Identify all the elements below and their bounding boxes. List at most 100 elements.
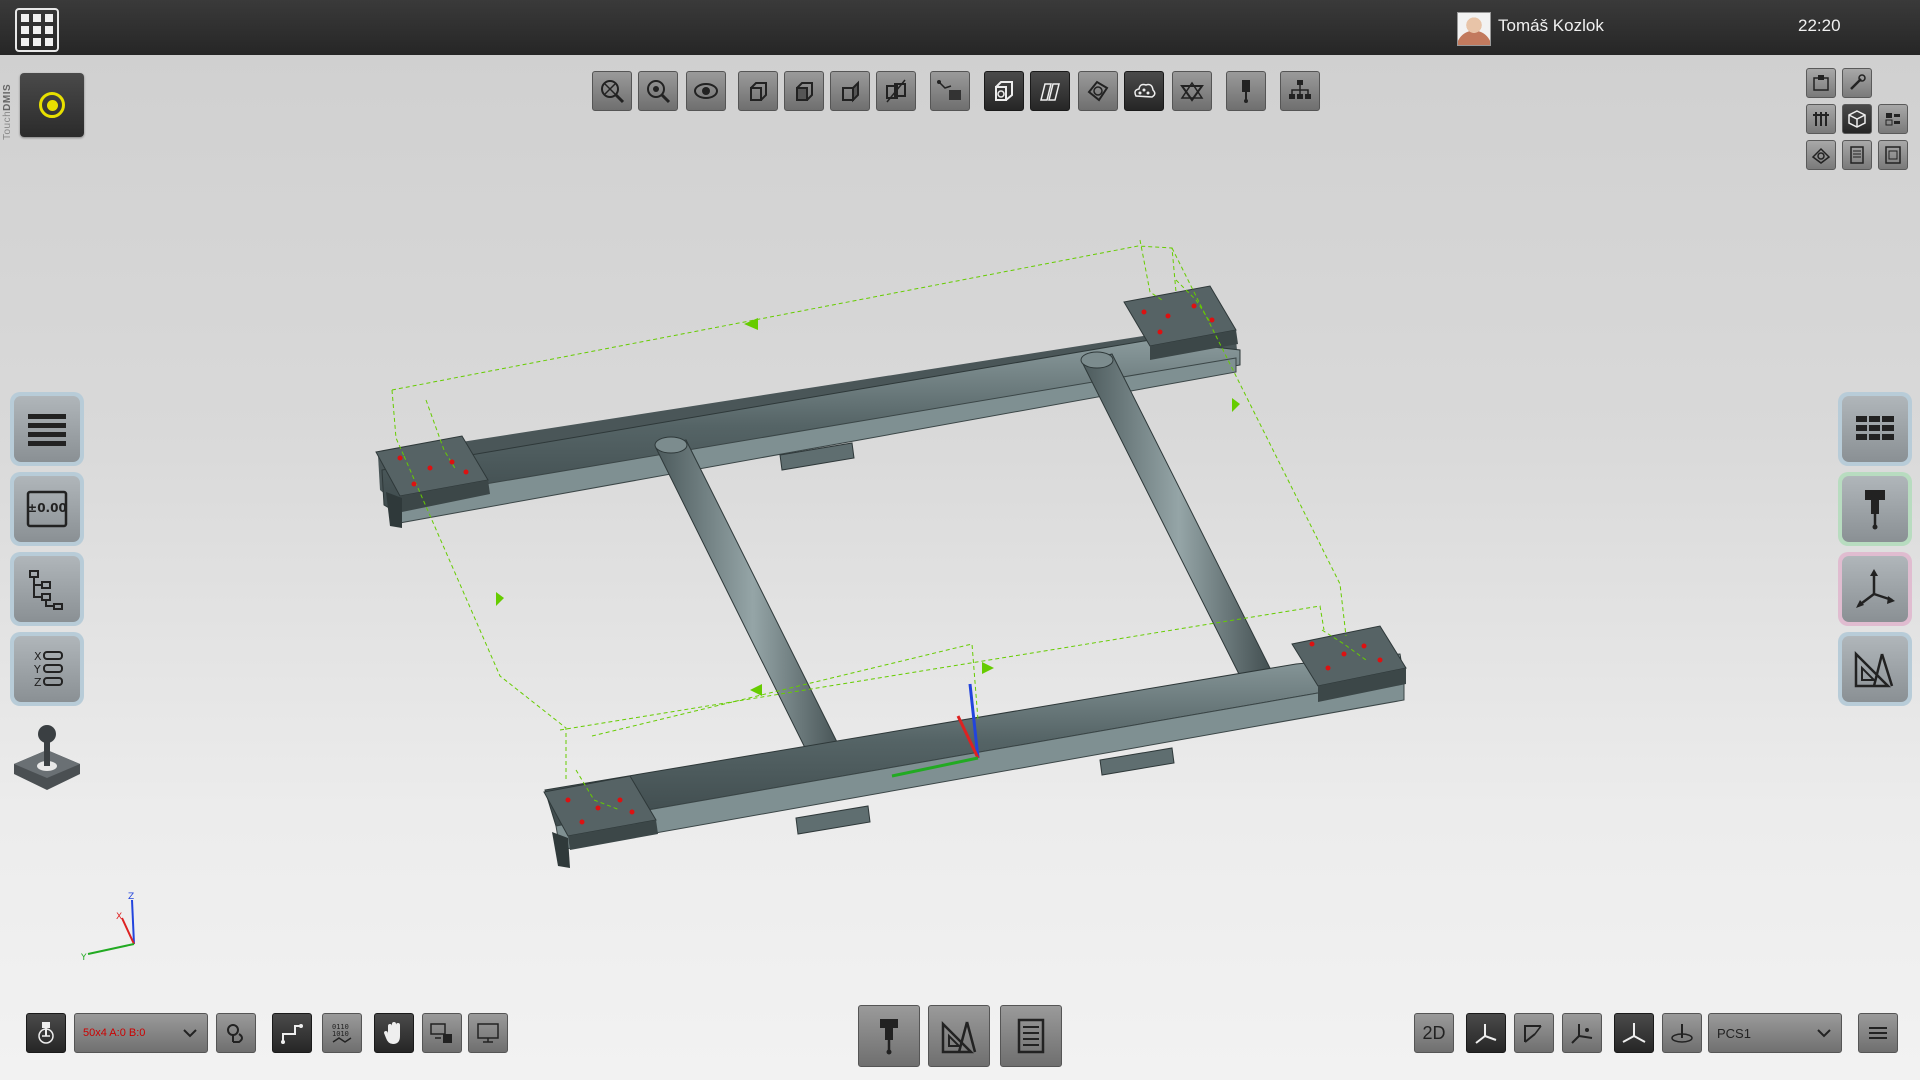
list-icon xyxy=(1850,146,1864,164)
solid-view-button[interactable] xyxy=(984,71,1024,111)
plane-view-button[interactable] xyxy=(1514,1013,1554,1053)
probe-icon xyxy=(1242,80,1250,103)
wireframe-view-button[interactable] xyxy=(1030,71,1070,111)
view-front-icon xyxy=(796,82,813,101)
part-model[interactable] xyxy=(375,285,1407,868)
layout-button[interactable] xyxy=(1878,104,1908,134)
coord-system-dropdown[interactable]: PCS1 xyxy=(1708,1013,1842,1053)
probe-tool-button[interactable] xyxy=(1838,472,1912,546)
view-section-icon xyxy=(886,79,906,103)
hierarchy-button[interactable] xyxy=(10,552,84,626)
probe-select-dropdown[interactable]: 50x4 A:0 B:0 xyxy=(74,1013,208,1053)
zoom-window-icon xyxy=(647,80,671,104)
wireframe-view-icon xyxy=(1040,83,1060,101)
transparent-view-button[interactable] xyxy=(1078,71,1118,111)
alignment-view-icon xyxy=(1571,1024,1593,1044)
cad-viewport[interactable] xyxy=(0,55,1920,1015)
view-eye-button[interactable] xyxy=(686,71,726,111)
zoom-window-button[interactable] xyxy=(638,71,678,111)
table-button[interactable] xyxy=(1838,392,1912,466)
xyz-readout-button[interactable]: XYZ xyxy=(10,632,84,706)
plane-view-icon xyxy=(1524,1025,1542,1043)
path-mode-button[interactable] xyxy=(272,1013,312,1053)
remote-control-icon xyxy=(430,1023,452,1043)
alignment-view-button[interactable] xyxy=(1562,1013,1602,1053)
probe-rotate-icon xyxy=(227,1024,243,1043)
view-2d-button[interactable]: 2D xyxy=(1414,1013,1454,1053)
pcs-axes-button[interactable] xyxy=(1614,1013,1654,1053)
triad-x-label: X xyxy=(116,912,122,922)
point-cloud-icon xyxy=(1134,83,1156,98)
probe-tool-icon xyxy=(1865,490,1885,530)
probe-calibrate-icon xyxy=(38,1022,54,1044)
list-button[interactable] xyxy=(1842,140,1872,170)
svg-text:X: X xyxy=(34,650,42,663)
view-section-button[interactable] xyxy=(876,71,916,111)
wrench-icon xyxy=(1850,74,1866,90)
wrench-button[interactable] xyxy=(1842,68,1872,98)
clock: 22:20 xyxy=(1798,16,1841,35)
svg-text:Z: Z xyxy=(34,676,42,689)
report-big-button[interactable] xyxy=(1000,1005,1062,1067)
layout-icon xyxy=(1885,113,1900,126)
joystick-icon[interactable] xyxy=(10,720,84,794)
probe-tool-big-button[interactable] xyxy=(858,1005,920,1067)
report-button[interactable] xyxy=(1878,140,1908,170)
probe-path-button[interactable] xyxy=(930,71,970,111)
pcs-axes-icon xyxy=(1622,1023,1646,1043)
monitor-button[interactable] xyxy=(468,1013,508,1053)
construct-big-button[interactable] xyxy=(928,1005,990,1067)
user-name[interactable]: Tomáš Kozlok xyxy=(1498,16,1604,36)
report-icon xyxy=(1885,146,1901,164)
settings-lines-button[interactable] xyxy=(1858,1013,1898,1053)
view-iso-button[interactable] xyxy=(738,71,778,111)
construct-button[interactable] xyxy=(1838,632,1912,706)
hierarchy-icon xyxy=(29,570,63,610)
apps-grid-button[interactable] xyxy=(15,8,59,52)
probe-button[interactable] xyxy=(1226,71,1266,111)
chevron-down-icon xyxy=(1817,1029,1831,1038)
zoom-fit-icon xyxy=(601,80,625,104)
probe-tool-icon xyxy=(880,1019,898,1055)
solid-view-icon xyxy=(995,81,1013,101)
zoom-fit-button[interactable] xyxy=(592,71,632,111)
axes-view-button[interactable] xyxy=(1466,1013,1506,1053)
probe-rotate-button[interactable] xyxy=(216,1013,256,1053)
tolerance-button[interactable]: ±0.00 xyxy=(10,472,84,546)
view-side-button[interactable] xyxy=(830,71,870,111)
probe-path-icon xyxy=(937,80,961,100)
axes-view-icon xyxy=(1475,1024,1497,1044)
apps-grid-icon xyxy=(21,14,29,22)
program-tree-button[interactable] xyxy=(1280,71,1320,111)
point-cloud-button[interactable] xyxy=(1124,71,1164,111)
user-avatar[interactable] xyxy=(1457,12,1491,46)
chevron-down-icon xyxy=(183,1029,197,1038)
menu-button[interactable] xyxy=(10,392,84,466)
transparent-view-icon xyxy=(1087,80,1109,102)
remote-control-button[interactable] xyxy=(422,1013,462,1053)
triad-z-label: Z xyxy=(128,892,134,902)
coordinate-system-button[interactable] xyxy=(1838,552,1912,626)
rotate-axes-button[interactable] xyxy=(1662,1013,1702,1053)
tools-button[interactable] xyxy=(1806,104,1836,134)
triad-y-label: Y xyxy=(80,953,87,963)
construct-icon xyxy=(941,1020,977,1054)
cube-icon xyxy=(1848,110,1866,128)
machine-button[interactable] xyxy=(1806,68,1836,98)
table-icon xyxy=(1856,416,1894,440)
probe-calibrate-button[interactable] xyxy=(26,1013,66,1053)
tolerance-label: ±0.00 xyxy=(27,501,67,515)
top-bar: Tomáš Kozlok 22:20 xyxy=(0,0,1920,55)
program-tree-icon xyxy=(1289,80,1311,99)
binary-program-icon: 01101010 xyxy=(332,1023,352,1043)
binary-program-button[interactable]: 0110 1010 xyxy=(322,1013,362,1053)
manual-mode-button[interactable] xyxy=(374,1013,414,1053)
cube-button[interactable] xyxy=(1842,104,1872,134)
tools-icon xyxy=(1813,112,1829,126)
hand-icon xyxy=(384,1022,400,1044)
machine-icon xyxy=(1813,75,1829,91)
rotate-axes-icon xyxy=(1671,1024,1693,1043)
view-front-button[interactable] xyxy=(784,71,824,111)
shaded-edges-button[interactable] xyxy=(1172,71,1212,111)
cad-model-button[interactable] xyxy=(1806,140,1836,170)
